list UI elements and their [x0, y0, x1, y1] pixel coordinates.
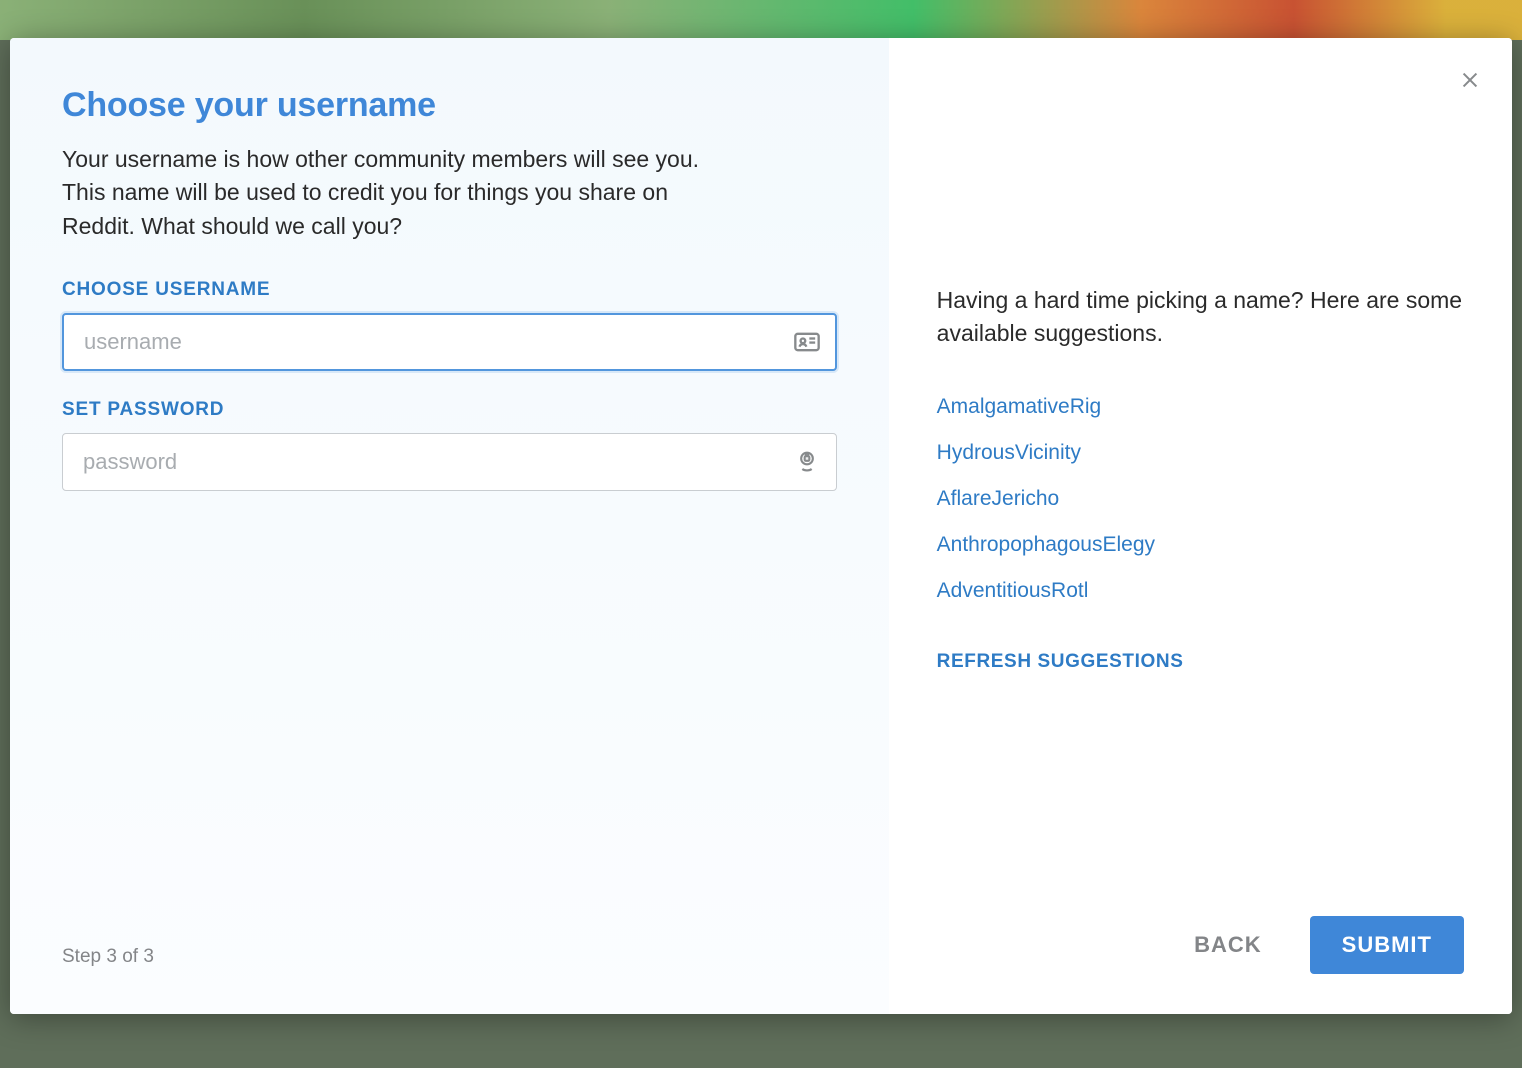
- submit-button[interactable]: SUBMIT: [1310, 916, 1464, 974]
- page-description: Your username is how other community mem…: [62, 143, 702, 243]
- password-field-wrapper: [62, 433, 837, 491]
- signup-modal: Choose your username Your username is ho…: [10, 38, 1512, 1014]
- refresh-suggestions-button[interactable]: REFRESH SUGGESTIONS: [937, 651, 1464, 673]
- close-icon[interactable]: [1456, 66, 1484, 94]
- back-button[interactable]: BACK: [1194, 932, 1262, 958]
- username-label: CHOOSE USERNAME: [62, 279, 837, 301]
- username-suggestion[interactable]: AflareJericho: [937, 487, 1464, 511]
- username-suggestion[interactable]: AdventitiousRotl: [937, 579, 1464, 603]
- suggestions-intro: Having a hard time picking a name? Here …: [937, 284, 1464, 351]
- password-input[interactable]: [62, 433, 837, 491]
- footer-actions: BACK SUBMIT: [937, 916, 1464, 974]
- suggestions-panel: Having a hard time picking a name? Here …: [889, 38, 1512, 1014]
- username-suggestion[interactable]: AnthropophagousElegy: [937, 533, 1464, 557]
- username-suggestion[interactable]: AmalgamativeRig: [937, 395, 1464, 419]
- form-panel: Choose your username Your username is ho…: [10, 38, 889, 1014]
- page-title: Choose your username: [62, 86, 837, 125]
- username-suggestion[interactable]: HydrousVicinity: [937, 441, 1464, 465]
- lock-refresh-icon: [793, 448, 821, 476]
- username-field-wrapper: [62, 313, 837, 371]
- password-label: SET PASSWORD: [62, 399, 837, 421]
- username-input[interactable]: [62, 313, 837, 371]
- step-indicator: Step 3 of 3: [62, 946, 837, 974]
- suggestion-list: AmalgamativeRig HydrousVicinity AflareJe…: [937, 395, 1464, 603]
- id-card-icon: [793, 328, 821, 356]
